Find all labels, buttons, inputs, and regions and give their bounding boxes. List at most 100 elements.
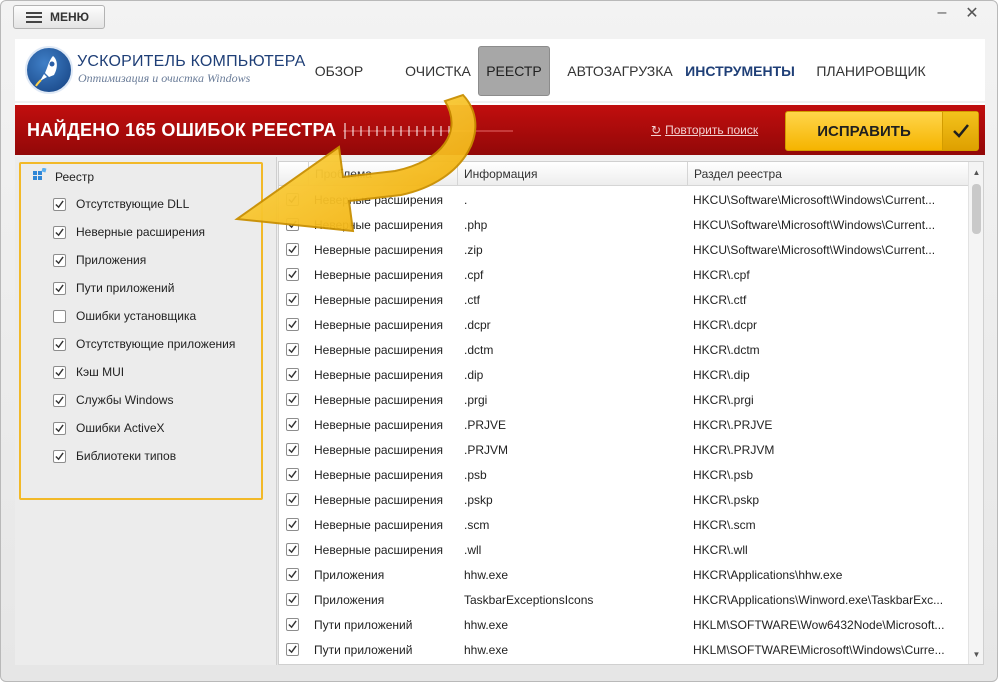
table-scrollbar[interactable]: ▲ ▼ [968, 162, 983, 664]
header-info[interactable]: Информация [458, 162, 688, 186]
table-row[interactable]: Пути приложений hhw.exe HKLM\SOFTWARE\Micr… [279, 637, 969, 662]
scroll-up-icon[interactable]: ▲ [972, 168, 981, 177]
tab-cleanup-label: ОЧИСТКА [405, 63, 471, 79]
tree-item[interactable]: Кэш MUI [53, 362, 124, 382]
row-checkbox[interactable] [286, 593, 299, 606]
table-row[interactable]: Неверные расширения .ctf HKCR\.ctf [279, 287, 969, 312]
tab-cleanup[interactable]: ОЧИСТКА [391, 46, 485, 96]
cell-info: .psb [464, 467, 487, 482]
row-checkbox[interactable] [286, 343, 299, 356]
tab-scheduler[interactable]: ПЛАНИРОВЩИК [807, 46, 935, 96]
cell-section: HKCR\.prgi [693, 392, 754, 407]
tree-item[interactable]: Пути приложений [53, 278, 174, 298]
minimize-button[interactable]: – [927, 1, 957, 25]
row-checkbox[interactable] [286, 468, 299, 481]
scan-progress-ticks [343, 123, 513, 139]
row-checkbox[interactable] [286, 568, 299, 581]
app-title: УСКОРИТЕЛЬ КОМПЬЮТЕРА [77, 53, 306, 70]
table-row[interactable]: Неверные расширения .dip HKCR\.dip [279, 362, 969, 387]
table-row[interactable]: Пути приложений hhw.exe HKLM\SOFTWARE\Wow6… [279, 612, 969, 637]
tree-item-label: Кэш MUI [76, 365, 125, 379]
tree-item[interactable]: Приложения [53, 250, 146, 270]
minimize-icon: – [937, 4, 947, 21]
checkbox-checked[interactable] [53, 337, 66, 351]
registry-icon [33, 167, 47, 185]
row-check-cell [286, 362, 306, 387]
tab-registry[interactable]: РЕЕСТР [478, 46, 550, 96]
header-check-col [279, 162, 309, 186]
row-checkbox[interactable] [286, 518, 299, 531]
checkbox-checked[interactable] [53, 365, 66, 379]
row-checkbox[interactable] [286, 268, 299, 281]
tree-item[interactable]: Службы Windows [53, 390, 173, 410]
table-row[interactable]: Неверные расширения .PRJVE HKCR\.PRJVE [279, 412, 969, 437]
table-row[interactable]: Неверные расширения. HKCU\Software\Micros… [279, 187, 969, 212]
row-checkbox[interactable] [286, 318, 299, 331]
row-checkbox[interactable] [286, 443, 299, 456]
row-checkbox[interactable] [286, 218, 299, 231]
row-checkbox[interactable] [286, 368, 299, 381]
checkbox-checked[interactable] [53, 449, 66, 463]
table-row[interactable]: Неверные расширения .scm HKCR\.scm [279, 512, 969, 537]
header-problem[interactable]: Проблема [309, 162, 458, 186]
table-row[interactable]: Неверные расширения .cpf HKCR\.cpf [279, 262, 969, 287]
tree-item[interactable]: Отсутствующие DLL [53, 194, 189, 214]
tab-startup[interactable]: АВТОЗАГРУЗКА [555, 46, 685, 96]
cell-info: .PRJVE [464, 417, 507, 432]
checkbox-checked[interactable] [53, 225, 66, 239]
checkbox-unchecked[interactable] [53, 309, 66, 323]
row-checkbox[interactable] [286, 293, 299, 306]
table-row[interactable]: Неверные расширения .zip HKCU\Software\Mic… [279, 237, 969, 262]
close-button[interactable]: ✕ [957, 1, 987, 25]
table-row[interactable]: Неверные расширения .pskp HKCR\.pskp [279, 487, 969, 512]
table-row[interactable]: Неверные расширения .wll HKCR\.wll [279, 537, 969, 562]
header: УСКОРИТЕЛЬ КОМПЬЮТЕРА Оптимизация и очис… [15, 39, 985, 101]
row-checkbox[interactable] [286, 493, 299, 506]
table-row[interactable]: Приложения hhw.exe HKCR\Applications\hhw.e… [279, 562, 969, 587]
tree-item[interactable]: Библиотеки типов [53, 446, 176, 466]
cell-info: .ctf [464, 292, 481, 307]
tab-overview[interactable]: ОБЗОР [303, 46, 375, 96]
retry-search-link[interactable]: ↻ Повторить поиск [651, 123, 758, 137]
header-info-label: Информация [464, 167, 538, 181]
checkbox-checked[interactable] [53, 197, 66, 211]
cell-info: hhw.exe [464, 567, 509, 582]
cell-problem: Приложения [314, 567, 385, 582]
table-row[interactable]: Неверные расширения .PRJVM HKCR\.PRJVM [279, 437, 969, 462]
table-row[interactable]: Неверные расширения .dcpr HKCR\.dcpr [279, 312, 969, 337]
table-row[interactable]: Приложения TaskbarExceptionsIcons HKCR\App… [279, 587, 969, 612]
tab-startup-label: АВТОЗАГРУЗКА [567, 63, 673, 79]
row-checkbox[interactable] [286, 643, 299, 656]
row-checkbox[interactable] [286, 418, 299, 431]
tree-item[interactable]: Отсутствующие приложения [53, 334, 235, 354]
scrollbar-thumb[interactable] [972, 184, 981, 234]
menu-button[interactable]: МЕНЮ [13, 5, 105, 29]
checkbox-checked[interactable] [53, 253, 66, 267]
table-row[interactable]: Неверные расширения .prgi HKCR\.prgi [279, 387, 969, 412]
table-row[interactable]: Неверные расширения .psb HKCR\.psb [279, 462, 969, 487]
cell-problem: Неверные расширения [314, 192, 444, 207]
row-checkbox[interactable] [286, 618, 299, 631]
tab-tools[interactable]: ИНСТРУМЕНТЫ [679, 46, 801, 96]
row-check-cell [286, 437, 306, 462]
tree-root-registry[interactable]: Реестр [33, 167, 94, 185]
row-checkbox[interactable] [286, 543, 299, 556]
checkbox-checked[interactable] [53, 393, 66, 407]
tree-item[interactable]: Ошибки установщика [53, 306, 196, 326]
table-row[interactable]: Неверные расширения .dctm HKCR\.dctm [279, 337, 969, 362]
row-check-cell [286, 487, 306, 512]
tree-item-label: Отсутствующие DLL [76, 197, 190, 211]
row-checkbox[interactable] [286, 243, 299, 256]
checkbox-checked[interactable] [53, 281, 66, 295]
row-checkbox[interactable] [286, 193, 299, 206]
scroll-down-icon[interactable]: ▼ [972, 650, 981, 659]
table-row[interactable]: Неверные расширения .php HKCU\Software\Mic… [279, 212, 969, 237]
header-section-label: Раздел реестра [694, 167, 782, 181]
fix-button[interactable]: ИСПРАВИТЬ [785, 111, 979, 151]
row-checkbox[interactable] [286, 393, 299, 406]
menu-label: МЕНЮ [50, 10, 90, 24]
header-section[interactable]: Раздел реестра [688, 162, 969, 186]
tree-item[interactable]: Ошибки ActiveX [53, 418, 165, 438]
checkbox-checked[interactable] [53, 421, 66, 435]
tree-item[interactable]: Неверные расширения [53, 222, 205, 242]
